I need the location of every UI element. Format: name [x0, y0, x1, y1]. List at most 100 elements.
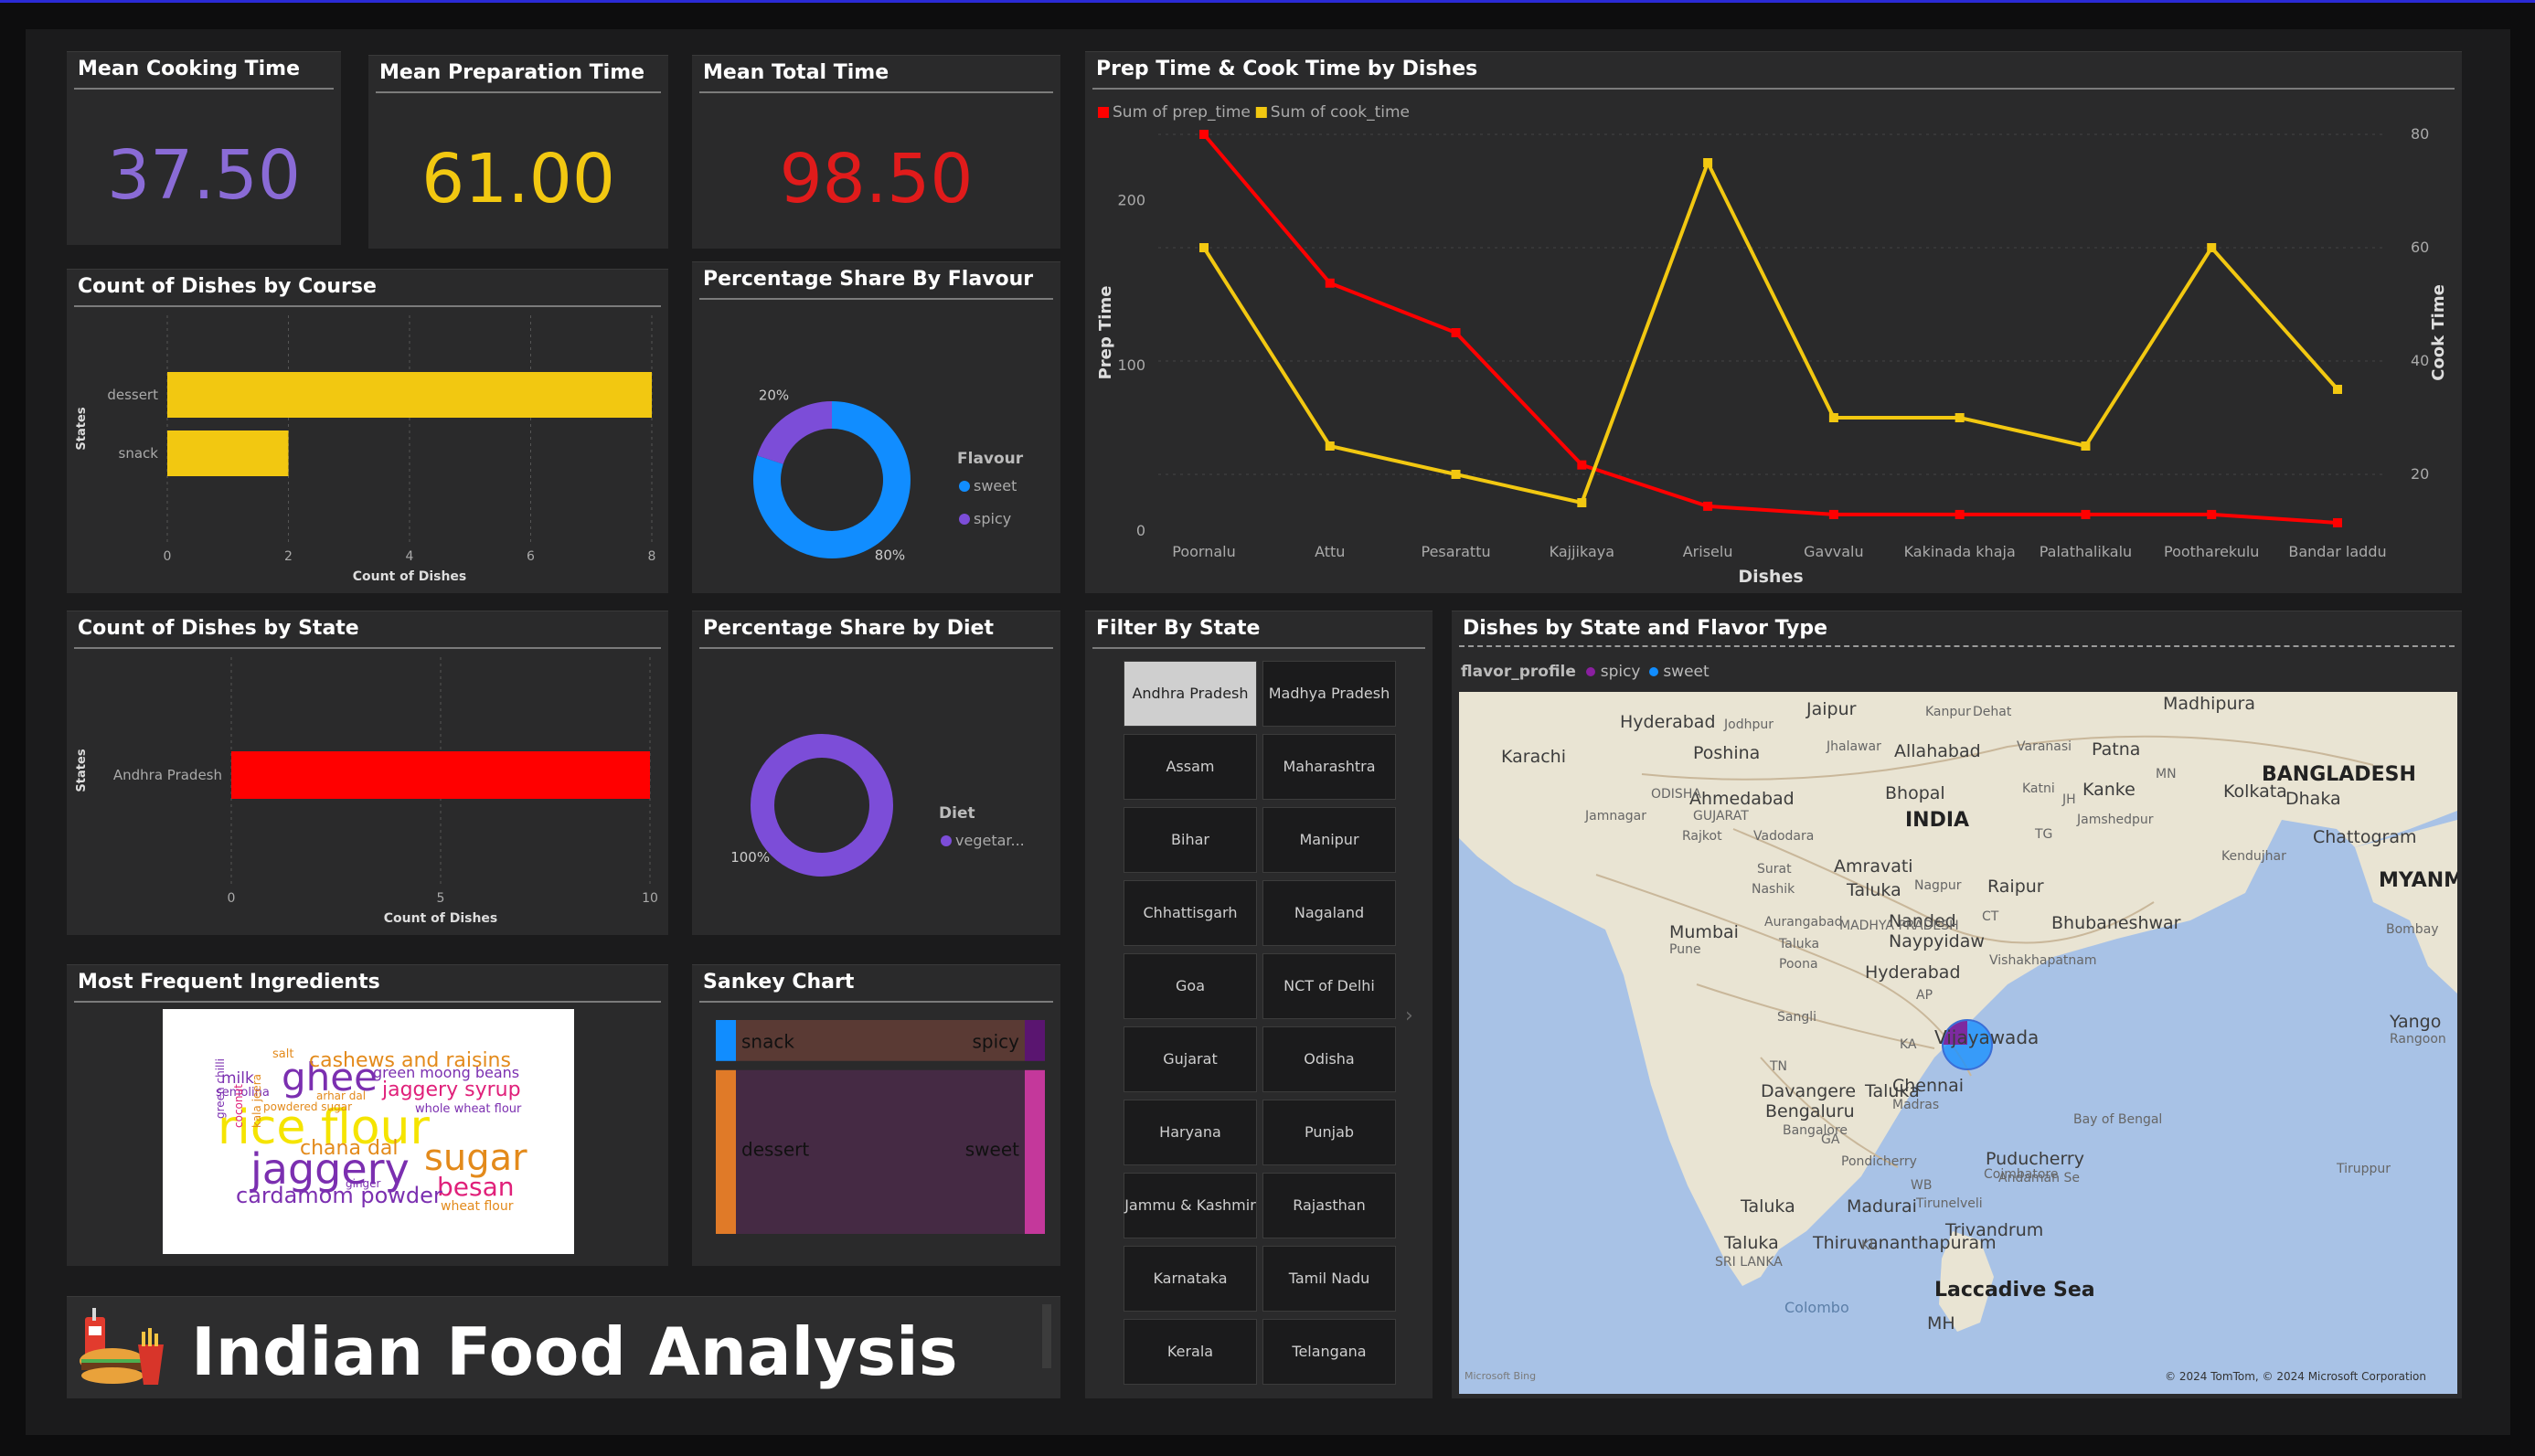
bar[interactable]: [231, 751, 650, 799]
slicer-option[interactable]: Punjab: [1262, 1100, 1396, 1165]
slicer-option[interactable]: Gujarat: [1124, 1026, 1257, 1092]
slicer-option[interactable]: Rajasthan: [1262, 1173, 1396, 1238]
course-bar-chart-card[interactable]: Count of Dishes by Course 0 2 4 6 8 dessert sn…: [67, 269, 668, 593]
slicer-option[interactable]: Bihar: [1124, 807, 1257, 873]
y2-tick-label: 60: [2411, 239, 2429, 256]
x-axis-title: Count of Dishes: [353, 569, 467, 584]
map-place-label: MADHYA PRADESH: [1839, 919, 1959, 933]
kpi-title: Mean Total Time: [703, 61, 889, 84]
series-line[interactable]: [1202, 133, 2338, 525]
chart-title: Percentage Share By Flavour: [703, 268, 1034, 291]
wordcloud-word: green chilli: [214, 1057, 227, 1119]
map-place-label: WB: [1911, 1178, 1933, 1193]
chart-title: Prep Time & Cook Time by Dishes: [1096, 58, 1478, 80]
slicer-option[interactable]: Andhra Pradesh: [1124, 661, 1257, 727]
sankey-target-node[interactable]: [1025, 1020, 1045, 1061]
map-place-label: Taluka: [1847, 880, 1901, 900]
kpi-value: 61.00: [421, 140, 615, 218]
series-point[interactable]: [2207, 509, 2217, 519]
slicer-option[interactable]: Kerala: [1124, 1319, 1257, 1385]
series-point[interactable]: [1577, 498, 1587, 507]
map-card[interactable]: Dishes by State and Flavor Type flavor_p…: [1452, 611, 2462, 1398]
flavour-donut-card[interactable]: Percentage Share By Flavour 80% 20% Flavou…: [692, 261, 1060, 593]
series-point[interactable]: [1828, 413, 1838, 422]
slicer-option[interactable]: Tamil Nadu: [1262, 1246, 1396, 1312]
prep-cook-line-chart: 20 40 60 80 0 100 200 Poornalu Attu Pesarattu Kajj…: [1096, 103, 2448, 587]
map-place-label: Nashik: [1752, 882, 1795, 897]
series-point[interactable]: [1325, 441, 1335, 451]
y-axis-title: Prep Time: [1096, 286, 1115, 380]
series-point[interactable]: [2081, 441, 2091, 451]
slicer-option[interactable]: Telangana: [1262, 1319, 1396, 1385]
slicer-option[interactable]: NCT of Delhi: [1262, 953, 1396, 1019]
y-axis-title: States: [75, 407, 89, 450]
slicer-option[interactable]: Goa: [1124, 953, 1257, 1019]
series-point[interactable]: [2207, 243, 2217, 252]
series-point[interactable]: [1451, 470, 1461, 479]
slicer-option[interactable]: Assam: [1124, 734, 1257, 800]
series-point[interactable]: [1577, 460, 1587, 470]
series-point[interactable]: [1199, 243, 1209, 252]
sankey-source-label: dessert: [741, 1138, 809, 1160]
map-place-label: Jhalawar: [1827, 739, 1881, 754]
slicer-option[interactable]: Chhattisgarh: [1124, 880, 1257, 946]
map-viewport[interactable]: Jaipur Kanpur Dehat Madhipura Hyderabad Jodhp…: [1459, 692, 2457, 1394]
sankey-source-node[interactable]: [716, 1069, 736, 1234]
series-point[interactable]: [2333, 517, 2342, 527]
prep-cook-line-card[interactable]: Prep Time & Cook Time by Dishes 20 40 60 80…: [1085, 51, 2462, 593]
bar[interactable]: [167, 372, 652, 418]
chevron-right-icon[interactable]: ›: [1405, 1004, 1413, 1027]
series-point[interactable]: [1955, 509, 1965, 519]
slicer-option[interactable]: Maharashtra: [1262, 734, 1396, 800]
series-point[interactable]: [2333, 385, 2342, 394]
wordcloud-word: chana dal: [300, 1137, 399, 1160]
map-place-label: Bhubaneshwar: [2051, 913, 2181, 933]
slicer-option[interactable]: Odisha: [1262, 1026, 1396, 1092]
slicer-option[interactable]: Nagaland: [1262, 880, 1396, 946]
slicer-option[interactable]: Karnataka: [1124, 1246, 1257, 1312]
map-place-label: Yango: [2390, 1012, 2442, 1032]
title-divider: [376, 91, 661, 93]
kpi-card-mean-total[interactable]: Mean Total Time 98.50: [692, 55, 1060, 249]
slice-data-label: 80%: [875, 547, 905, 563]
kpi-card-mean-prep[interactable]: Mean Preparation Time 61.00: [368, 55, 668, 249]
sankey-target-node[interactable]: [1025, 1069, 1045, 1234]
kpi-card-mean-cooking[interactable]: Mean Cooking Time 37.50: [67, 51, 341, 245]
series-point[interactable]: [1325, 278, 1335, 288]
map-place-label: Rangoon: [2390, 1032, 2446, 1047]
slicer-option[interactable]: Manipur: [1262, 807, 1396, 873]
series-point[interactable]: [1703, 501, 1713, 511]
series-point[interactable]: [2081, 509, 2091, 519]
fast-food-icon: [72, 1308, 171, 1390]
series-point[interactable]: [1451, 328, 1461, 337]
diet-donut-card[interactable]: Percentage Share by Diet 100% Diet vegetar…: [692, 611, 1060, 935]
state-bar-chart-card[interactable]: Count of Dishes by State 0 5 10 Andhra Prad…: [67, 611, 668, 935]
map-place-label: Vadodara: [1753, 829, 1815, 844]
x-tick-label: Palathalikalu: [2040, 543, 2132, 560]
map-place-label: Pondicherry: [1841, 1154, 1917, 1169]
series-point[interactable]: [1955, 413, 1965, 422]
banner-scrollbar[interactable]: [1042, 1304, 1051, 1368]
wordcloud-word: kala jeera: [250, 1074, 263, 1128]
map-place-label: Jaipur: [1806, 699, 1857, 719]
series-point[interactable]: [1199, 130, 1209, 139]
donut-slice[interactable]: [757, 401, 832, 464]
series-point[interactable]: [1703, 158, 1713, 167]
slicer-option[interactable]: Haryana: [1124, 1100, 1257, 1165]
bar[interactable]: [167, 430, 289, 476]
donut-slice[interactable]: [751, 734, 893, 877]
kpi-title: Mean Cooking Time: [78, 58, 300, 80]
series-point[interactable]: [1828, 509, 1838, 519]
sankey-card[interactable]: Sankey Chart snack dessert spicy sweet: [692, 964, 1060, 1266]
chart-title: Dishes by State and Flavor Type: [1463, 617, 1827, 640]
map-place-label: Puducherry: [1986, 1149, 2084, 1169]
state-filter-slicer[interactable]: Filter By State Andhra Pradesh Madhya Pra…: [1085, 611, 1433, 1398]
slicer-option[interactable]: Madhya Pradesh: [1262, 661, 1396, 727]
wordcloud-card[interactable]: Most Frequent Ingredients rice flour jagg…: [67, 964, 668, 1266]
map-place-label: Madhipura: [2163, 694, 2255, 714]
sankey-target-label: sweet: [965, 1138, 1019, 1160]
slicer-option[interactable]: Jammu & Kashmir: [1124, 1173, 1257, 1238]
series-line[interactable]: [1202, 157, 2339, 505]
category-label: dessert: [107, 387, 158, 403]
sankey-source-node[interactable]: [716, 1020, 736, 1061]
